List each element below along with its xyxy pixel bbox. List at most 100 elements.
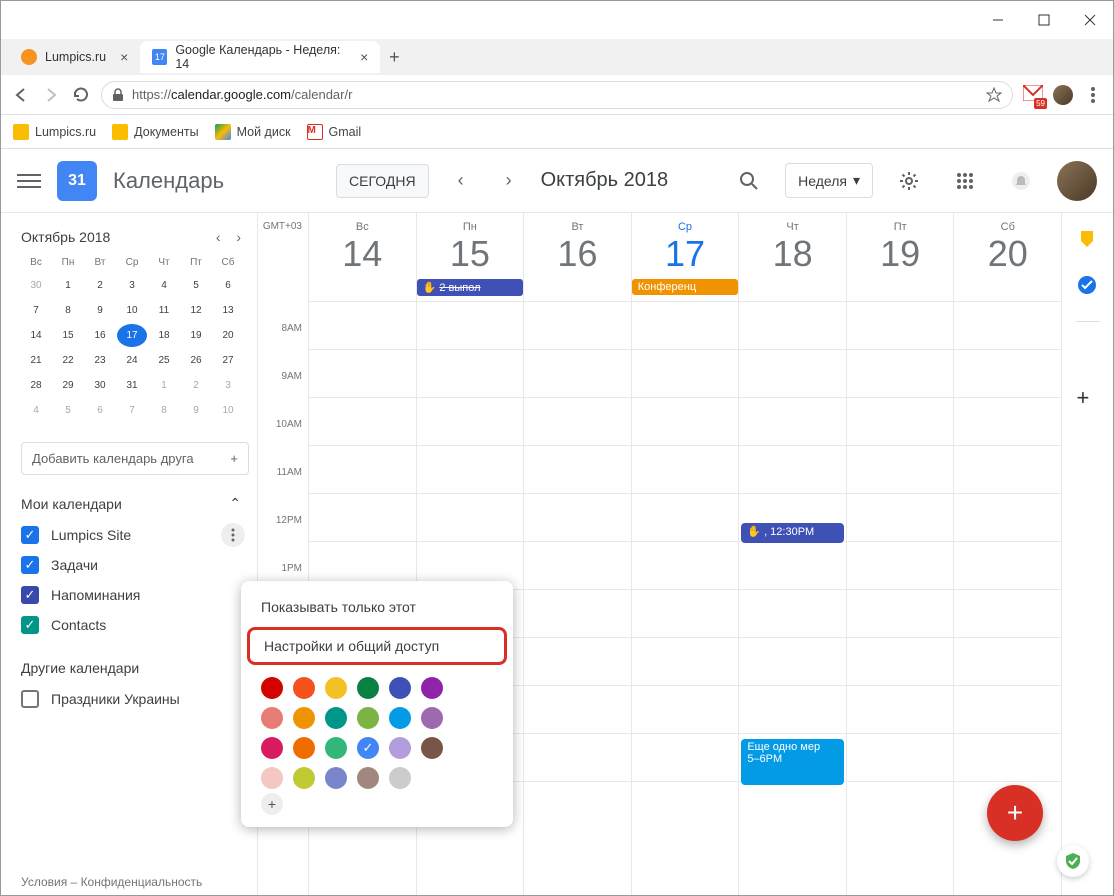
bookmark-lumpics[interactable]: Lumpics.ru <box>13 124 96 140</box>
color-swatch[interactable] <box>325 737 347 759</box>
browser-tab-1[interactable]: 17 Google Календарь - Неделя: 14 × <box>140 41 380 73</box>
color-swatch[interactable] <box>357 707 379 729</box>
mini-next[interactable]: › <box>236 229 241 245</box>
browser-tab-0[interactable]: Lumpics.ru × <box>9 41 140 73</box>
mini-day[interactable]: 19 <box>181 324 211 347</box>
calendar-options-button[interactable] <box>221 523 245 547</box>
mini-day[interactable]: 1 <box>149 374 179 397</box>
bookmark-drive[interactable]: Мой диск <box>215 124 291 140</box>
window-minimize[interactable] <box>975 1 1021 39</box>
checkbox[interactable] <box>21 690 39 708</box>
mini-day[interactable]: 9 <box>85 299 115 322</box>
mini-day[interactable]: 28 <box>21 374 51 397</box>
mini-day[interactable]: 31 <box>117 374 147 397</box>
color-swatch[interactable] <box>293 767 315 789</box>
mini-day[interactable]: 10 <box>213 399 243 422</box>
calendar-event[interactable]: ✋ , 12:30PM <box>741 523 844 543</box>
close-icon[interactable]: × <box>120 49 128 65</box>
mini-day[interactable]: 27 <box>213 349 243 372</box>
color-swatch[interactable] <box>293 677 315 699</box>
checkbox[interactable] <box>21 586 39 604</box>
color-swatch[interactable] <box>357 737 379 759</box>
gmail-extension-icon[interactable]: 59 <box>1023 85 1043 105</box>
mini-day[interactable]: 6 <box>213 274 243 297</box>
mini-day[interactable]: 1 <box>53 274 83 297</box>
checkbox[interactable] <box>21 526 39 544</box>
calendar-item[interactable]: Напоминания <box>21 580 249 610</box>
reload-button[interactable] <box>71 85 91 105</box>
mini-day[interactable]: 16 <box>85 324 115 347</box>
privacy-link[interactable]: Конфиденциальность <box>81 875 203 889</box>
allday-event[interactable]: ✋ 2 выпол <box>417 279 524 296</box>
mini-day[interactable]: 8 <box>149 399 179 422</box>
menu-settings-and-sharing[interactable]: Настройки и общий доступ <box>247 627 507 665</box>
checkbox[interactable] <box>21 556 39 574</box>
mini-day[interactable]: 26 <box>181 349 211 372</box>
color-swatch[interactable] <box>261 737 283 759</box>
mini-day[interactable]: 30 <box>85 374 115 397</box>
color-swatch[interactable] <box>293 737 315 759</box>
tasks-icon[interactable] <box>1077 275 1099 297</box>
color-swatch[interactable] <box>325 707 347 729</box>
color-swatch[interactable] <box>389 737 411 759</box>
browser-menu-button[interactable] <box>1083 85 1103 105</box>
search-button[interactable] <box>729 161 769 201</box>
calendar-item[interactable]: Задачи <box>21 550 249 580</box>
color-swatch[interactable] <box>261 677 283 699</box>
address-bar[interactable]: https://calendar.google.com/calendar/r <box>101 81 1013 109</box>
mini-day[interactable]: 7 <box>117 399 147 422</box>
day-column[interactable]: Ср17Конференц <box>631 213 739 896</box>
add-friend-calendar[interactable]: Добавить календарь друга + <box>21 442 249 475</box>
mini-day[interactable]: 15 <box>53 324 83 347</box>
mini-day[interactable]: 22 <box>53 349 83 372</box>
adblock-shield-icon[interactable] <box>1057 845 1089 877</box>
mini-day[interactable]: 18 <box>149 324 179 347</box>
mini-calendar[interactable]: ВсПнВтСрЧтПтСб30123456789101112131415161… <box>21 253 249 422</box>
mini-day[interactable]: 11 <box>149 299 179 322</box>
keep-icon[interactable] <box>1077 229 1099 251</box>
allday-event[interactable]: Конференц <box>632 279 739 295</box>
color-swatch[interactable] <box>421 707 443 729</box>
checkbox[interactable] <box>21 616 39 634</box>
calendar-item[interactable]: Lumpics Site <box>21 520 249 550</box>
view-selector[interactable]: Неделя▾ <box>785 163 873 198</box>
new-tab-button[interactable]: + <box>380 43 408 71</box>
today-button[interactable]: СЕГОДНЯ <box>336 164 429 198</box>
mini-day[interactable]: 13 <box>213 299 243 322</box>
mini-day[interactable]: 5 <box>53 399 83 422</box>
mini-day[interactable]: 25 <box>149 349 179 372</box>
terms-link[interactable]: Условия <box>21 875 67 889</box>
window-close[interactable] <box>1067 1 1113 39</box>
mini-day[interactable]: 30 <box>21 274 51 297</box>
day-column[interactable]: Чт18✋ , 12:30PMЕще одно мер5–6PM <box>738 213 846 896</box>
window-maximize[interactable] <box>1021 1 1067 39</box>
mini-day[interactable]: 8 <box>53 299 83 322</box>
mini-day[interactable]: 4 <box>149 274 179 297</box>
mini-day[interactable]: 2 <box>181 374 211 397</box>
mini-day[interactable]: 29 <box>53 374 83 397</box>
create-event-fab[interactable]: + <box>987 785 1043 841</box>
color-swatch[interactable] <box>325 677 347 699</box>
other-calendars-header[interactable]: Другие календари <box>21 660 249 676</box>
account-avatar[interactable] <box>1057 161 1097 201</box>
color-swatch[interactable] <box>389 707 411 729</box>
mini-day[interactable]: 7 <box>21 299 51 322</box>
settings-button[interactable] <box>889 161 929 201</box>
mini-day[interactable]: 23 <box>85 349 115 372</box>
mini-day[interactable]: 14 <box>21 324 51 347</box>
notifications-button[interactable] <box>1001 161 1041 201</box>
mini-day[interactable]: 9 <box>181 399 211 422</box>
color-swatch[interactable] <box>293 707 315 729</box>
mini-day[interactable]: 3 <box>117 274 147 297</box>
color-swatch[interactable] <box>421 677 443 699</box>
star-icon[interactable] <box>986 87 1002 103</box>
prev-week-button[interactable]: ‹ <box>445 165 477 197</box>
color-swatch[interactable] <box>261 707 283 729</box>
color-swatch[interactable] <box>261 767 283 789</box>
mini-day[interactable]: 4 <box>21 399 51 422</box>
add-custom-color[interactable]: + <box>261 793 283 815</box>
mini-day[interactable]: 20 <box>213 324 243 347</box>
mini-day[interactable]: 3 <box>213 374 243 397</box>
day-column[interactable]: Пт19 <box>846 213 954 896</box>
calendar-event[interactable]: Еще одно мер5–6PM <box>741 739 844 785</box>
